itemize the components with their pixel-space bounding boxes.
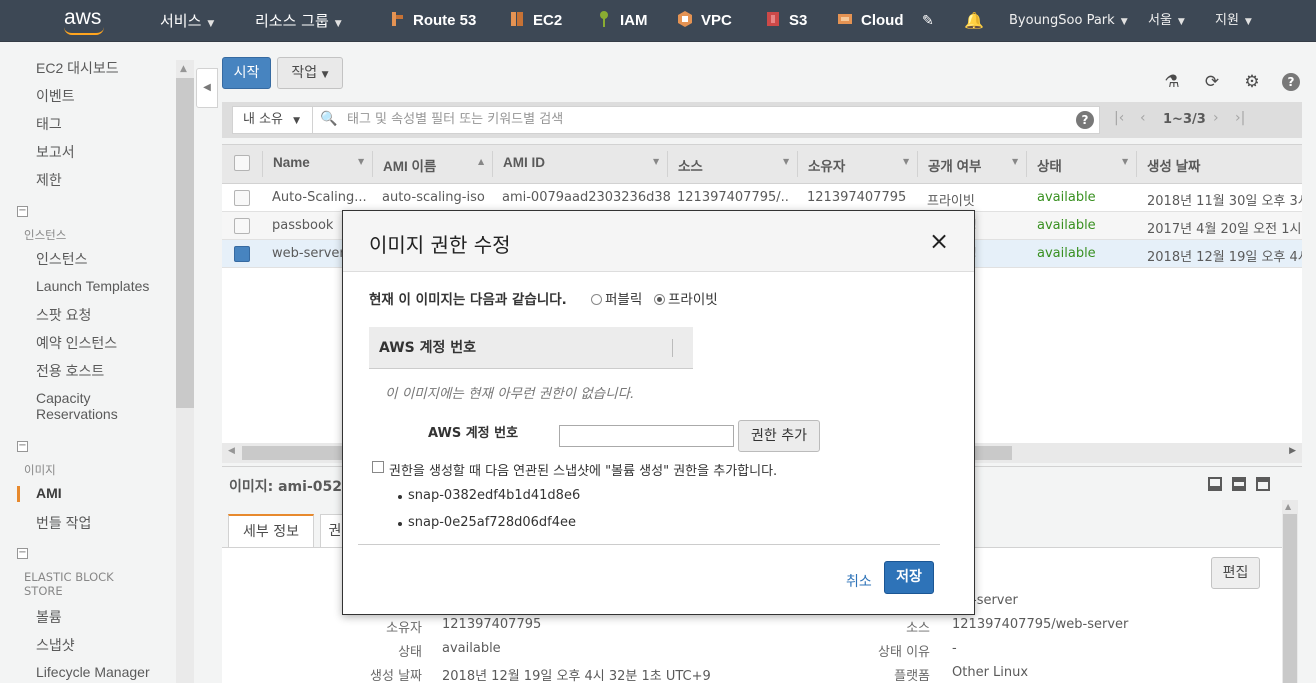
cancel-link[interactable]: 취소 — [846, 571, 872, 591]
bullet-icon — [398, 495, 402, 499]
radio-public[interactable]: 퍼블릭 — [585, 288, 642, 308]
dialog-divider — [358, 544, 940, 545]
create-volume-permission-label: 권한을 생성할 때 다음 연관된 스냅샷에 "볼륨 생성" 권한을 추가합니다. — [389, 464, 778, 479]
dialog-title: 이미지 권한 수정 — [369, 233, 511, 257]
dialog-header: 이미지 권한 수정 × — [343, 211, 974, 272]
snapshot-item: snap-0382edf4b1d41d8e6 — [408, 488, 581, 503]
radio-selected-icon[interactable] — [654, 294, 665, 305]
account-number-input[interactable] — [559, 425, 734, 447]
radio-private[interactable]: 프라이빗 — [648, 288, 718, 308]
account-number-label: AWS 계정 번호 — [428, 426, 519, 441]
account-table-header: AWS 계정 번호 — [369, 327, 693, 369]
add-permission-button[interactable]: 권한 추가 — [738, 420, 820, 452]
modify-image-permissions-dialog: 이미지 권한 수정 × 현재 이 이미지는 다음과 같습니다. 퍼블릭 프라이빗… — [342, 210, 975, 615]
radio-icon[interactable] — [591, 294, 602, 305]
create-volume-permission-checkbox[interactable] — [372, 461, 384, 473]
close-icon[interactable]: × — [929, 229, 949, 253]
save-button[interactable]: 저장 — [884, 561, 934, 594]
current-visibility-label: 현재 이 이미지는 다음과 같습니다. — [369, 292, 567, 308]
column-separator — [672, 339, 673, 357]
bullet-icon — [398, 522, 402, 526]
snapshot-item: snap-0e25af728d06df4ee — [408, 515, 576, 530]
no-permissions-message: 이 이미지에는 현재 아무런 권한이 없습니다. — [385, 386, 635, 402]
